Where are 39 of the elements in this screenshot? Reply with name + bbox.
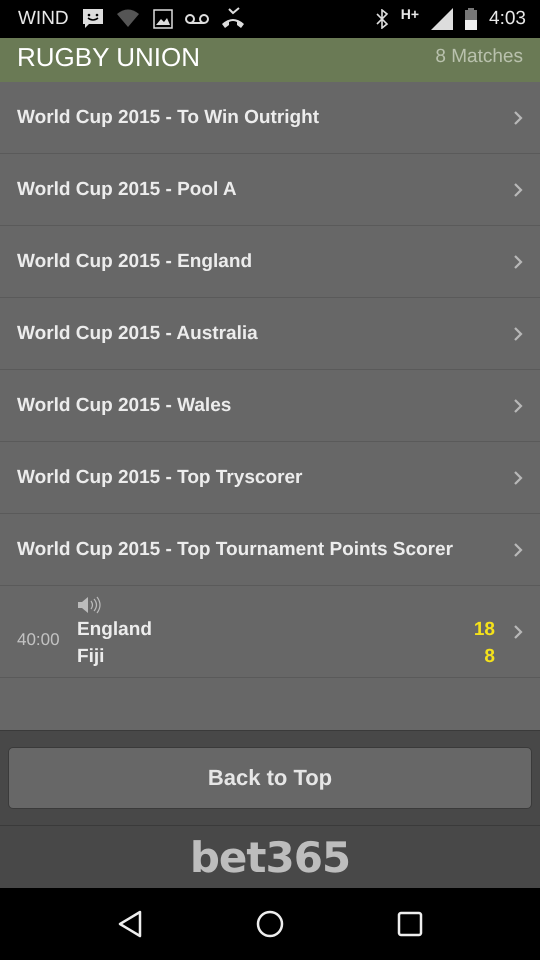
competition-item[interactable]: World Cup 2015 - Top Tournament Points Scorer [0, 514, 540, 586]
competition-item[interactable]: World Cup 2015 - England [0, 226, 540, 298]
logo: bet365 [190, 832, 350, 882]
image-icon [152, 9, 173, 29]
speaker-icon [77, 596, 101, 614]
chevron-icon [513, 182, 523, 198]
carrier-name: WIND [18, 8, 69, 30]
match-count: 8 Matches [435, 46, 523, 68]
team-score: 8 [484, 646, 495, 668]
home-icon[interactable] [256, 910, 284, 938]
missed-call-icon [220, 7, 245, 31]
back-icon[interactable] [116, 910, 143, 938]
competition-item[interactable]: World Cup 2015 - Wales [0, 370, 540, 442]
team-name: England [77, 618, 152, 640]
competition-item[interactable]: World Cup 2015 - To Win Outright [0, 82, 540, 154]
chevron-icon [513, 398, 523, 414]
match-clock: 40:00 [17, 630, 61, 650]
competition-item[interactable]: World Cup 2015 - Top Tryscorer [0, 442, 540, 514]
clock: 4:03 [489, 8, 526, 30]
message-icon [80, 7, 105, 31]
network-type: H+ [400, 6, 420, 22]
voicemail-icon [184, 13, 209, 25]
chevron-icon [513, 326, 523, 342]
competition-item[interactable]: World Cup 2015 - Australia [0, 298, 540, 370]
back-to-top-button[interactable]: Back to Top [8, 747, 532, 809]
signal-icon [431, 8, 454, 30]
competition-item[interactable]: World Cup 2015 - Pool A [0, 154, 540, 226]
chevron-icon [513, 254, 523, 270]
live-match-item[interactable]: 40:00 England 18 Fiji 8 [0, 586, 540, 678]
team-score: 18 [474, 618, 495, 640]
chevron-icon [513, 542, 523, 558]
bluetooth-icon [374, 9, 389, 29]
chevron-icon [513, 470, 523, 486]
recents-icon[interactable] [397, 911, 424, 937]
chevron-icon [513, 624, 523, 640]
battery-icon [465, 8, 478, 30]
chevron-icon [513, 110, 523, 126]
team-name: Fiji [77, 646, 104, 668]
sport-title: RUGBY UNION [17, 42, 200, 72]
